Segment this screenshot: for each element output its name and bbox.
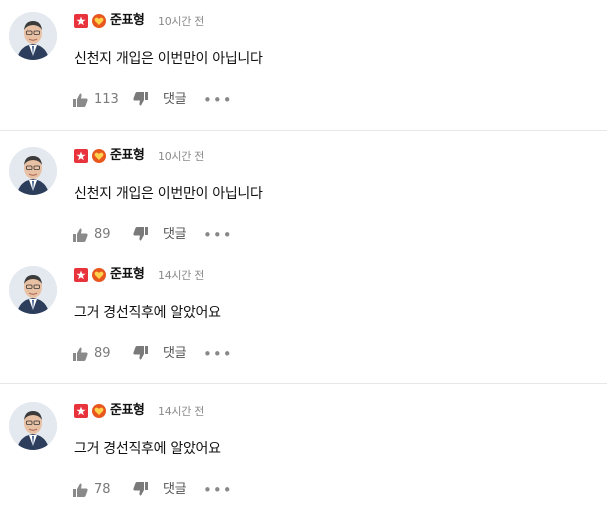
comment-item: 준표형 10시간 전 신천지 개입은 이번만이 아닙니다 89 댓글 •••: [0, 147, 607, 267]
comment-timestamp: 14시간 전: [158, 405, 205, 418]
comment-timestamp: 14시간 전: [158, 269, 205, 282]
reply-button[interactable]: 댓글: [163, 345, 187, 363]
comment-text: 신천지 개입은 이번만이 아닙니다: [74, 186, 263, 202]
star-badge-icon: [74, 14, 88, 28]
dislike-button[interactable]: [133, 346, 149, 362]
comment-timestamp: 10시간 전: [158, 15, 205, 28]
reply-button[interactable]: 댓글: [163, 91, 187, 109]
thumbs-down-icon: [133, 482, 149, 496]
thumbs-up-icon: [73, 347, 88, 361]
comment-author[interactable]: 준표형: [110, 12, 145, 30]
thumbs-up-icon: [73, 228, 88, 242]
like-button[interactable]: 89: [73, 345, 111, 363]
thumbs-up-icon: [73, 93, 88, 107]
like-count: 113: [94, 92, 119, 107]
divider: [0, 383, 607, 384]
avatar[interactable]: [9, 266, 57, 314]
avatar[interactable]: [9, 147, 57, 195]
thumbs-up-icon: [73, 483, 88, 497]
comment-author[interactable]: 준표형: [110, 147, 145, 165]
comment-item: 준표형 14시간 전 그거 경선직후에 알았어요 89 댓글 •••: [0, 266, 607, 386]
comment-item: 준표형 10시간 전 신천지 개입은 이번만이 아닙니다 113 댓글 •••: [0, 12, 607, 132]
reply-button[interactable]: 댓글: [163, 226, 187, 244]
thumbs-down-icon: [133, 227, 149, 241]
star-badge-icon: [74, 404, 88, 418]
comment-text: 신천지 개입은 이번만이 아닙니다: [74, 51, 263, 67]
comment-item: 준표형 14시간 전 그거 경선직후에 알았어요 78 댓글 •••: [0, 402, 607, 522]
like-count: 89: [94, 346, 111, 361]
like-count: 89: [94, 227, 111, 242]
more-options-button[interactable]: •••: [203, 345, 233, 363]
like-button[interactable]: 89: [73, 226, 111, 244]
avatar[interactable]: [9, 402, 57, 450]
more-options-button[interactable]: •••: [203, 226, 233, 244]
thumbs-down-icon: [133, 346, 149, 360]
thumbs-down-icon: [133, 92, 149, 106]
like-button[interactable]: 78: [73, 481, 111, 499]
heart-badge-icon: [92, 404, 106, 418]
dislike-button[interactable]: [133, 92, 149, 108]
comment-timestamp: 10시간 전: [158, 150, 205, 163]
heart-badge-icon: [92, 149, 106, 163]
reply-button[interactable]: 댓글: [163, 481, 187, 499]
heart-badge-icon: [92, 14, 106, 28]
comment-text: 그거 경선직후에 알았어요: [74, 305, 221, 321]
heart-badge-icon: [92, 268, 106, 282]
dislike-button[interactable]: [133, 227, 149, 243]
avatar[interactable]: [9, 12, 57, 60]
divider: [0, 130, 607, 131]
like-button[interactable]: 113: [73, 91, 119, 109]
star-badge-icon: [74, 149, 88, 163]
like-count: 78: [94, 482, 111, 497]
comment-author[interactable]: 준표형: [110, 402, 145, 420]
more-options-button[interactable]: •••: [203, 91, 233, 109]
comment-text: 그거 경선직후에 알았어요: [74, 441, 221, 457]
comment-author[interactable]: 준표형: [110, 266, 145, 284]
more-options-button[interactable]: •••: [203, 481, 233, 499]
star-badge-icon: [74, 268, 88, 282]
